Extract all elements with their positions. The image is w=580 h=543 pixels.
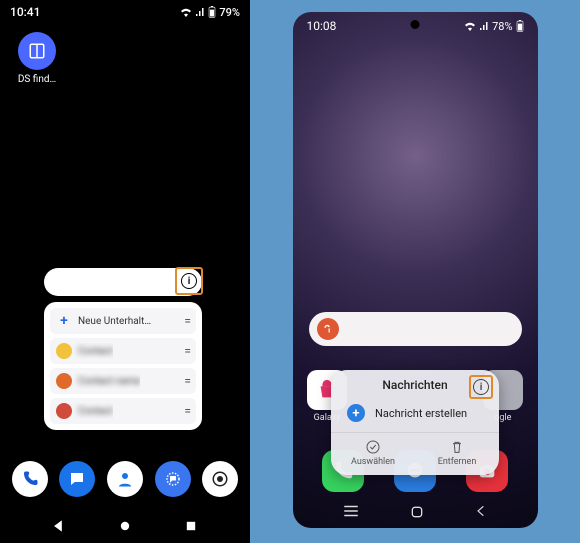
dock-messages[interactable] xyxy=(59,461,95,497)
avatar xyxy=(56,403,72,419)
clock: 10:08 xyxy=(307,19,337,33)
status-bar: 10:41 79% xyxy=(0,0,250,20)
widget-row-label: Neue Unterhalt… xyxy=(78,316,151,327)
widget-row-label: Contact xyxy=(78,406,113,417)
widget-row-conversation[interactable]: Contact = xyxy=(50,338,196,364)
status-icons: 79% xyxy=(180,6,240,19)
avatar xyxy=(56,373,72,389)
phone-right: 10:08 78% Galaxy xyxy=(293,12,538,528)
clock: 10:41 xyxy=(10,5,40,19)
popup-info-highlight[interactable]: i xyxy=(469,375,493,399)
widget-row-label: Contact name xyxy=(78,376,140,387)
camera-icon xyxy=(211,470,229,488)
popup-compose-row[interactable]: + Nachricht erstellen xyxy=(331,398,499,432)
signal-icon xyxy=(479,21,489,31)
dock-phone[interactable] xyxy=(12,461,48,497)
dock-camera[interactable] xyxy=(202,461,238,497)
drag-handle-icon[interactable]: = xyxy=(184,404,190,418)
check-circle-icon xyxy=(365,439,381,455)
messages-widget-preview: i + Neue Unterhalt… = Contact = xyxy=(44,268,202,430)
dock-signal-app[interactable] xyxy=(155,461,191,497)
phone-left: 10:41 79% DS find… i + Neue Unterhalt… xyxy=(0,0,250,543)
widget-body: + Neue Unterhalt… = Contact = Contact na… xyxy=(44,302,202,430)
search-bar[interactable] xyxy=(309,312,522,346)
battery-icon xyxy=(208,6,216,18)
contacts-icon xyxy=(116,470,134,488)
dock-contacts[interactable] xyxy=(107,461,143,497)
battery-text: 79% xyxy=(219,6,240,19)
drag-handle-icon[interactable]: = xyxy=(184,314,190,328)
nav-recent-button[interactable] xyxy=(342,504,360,520)
wifi-icon xyxy=(464,21,476,31)
action-label: Entfernen xyxy=(438,457,477,467)
status-icons: 78% xyxy=(464,20,523,33)
popup-header: Nachrichten i xyxy=(331,370,499,398)
popup-bottom-actions: Auswählen Entfernen xyxy=(331,432,499,475)
drag-handle-icon[interactable]: = xyxy=(184,374,190,388)
popup-compose-label: Nachricht erstellen xyxy=(375,407,467,420)
phone-icon xyxy=(21,470,39,488)
system-nav-bar xyxy=(0,519,250,533)
plus-icon: + xyxy=(56,313,72,329)
signal-app-icon xyxy=(164,470,182,488)
widget-info-highlight[interactable]: i xyxy=(175,267,203,295)
widget-header-bar[interactable]: i xyxy=(44,268,202,296)
popup-title: Nachrichten xyxy=(382,378,447,392)
signal-icon xyxy=(195,7,205,17)
ds-find-icon xyxy=(18,32,56,70)
nav-back-button[interactable] xyxy=(474,504,488,520)
messages-icon xyxy=(68,470,86,488)
widget-row-label: Contact xyxy=(78,346,113,357)
right-background: 10:08 78% Galaxy xyxy=(250,0,580,543)
battery-text: 78% xyxy=(492,20,512,33)
avatar xyxy=(56,343,72,359)
nav-back-button[interactable] xyxy=(52,519,66,533)
action-label: Auswählen xyxy=(351,457,395,467)
wifi-icon xyxy=(180,7,192,17)
duckduckgo-icon xyxy=(317,318,339,340)
trash-icon xyxy=(449,439,465,455)
app-shortcut-ds-find[interactable]: DS find… xyxy=(10,32,64,85)
messages-context-popup: Nachrichten i + Nachricht erstellen Ausw… xyxy=(331,370,499,475)
battery-icon xyxy=(516,20,524,32)
popup-action-select[interactable]: Auswählen xyxy=(331,433,415,475)
app-label: DS find… xyxy=(10,74,64,85)
widget-row-conversation[interactable]: Contact name = xyxy=(50,368,196,394)
nav-home-button[interactable] xyxy=(409,504,425,520)
search-input[interactable] xyxy=(347,322,514,336)
popup-action-remove[interactable]: Entfernen xyxy=(415,433,499,475)
nav-home-button[interactable] xyxy=(118,519,132,533)
info-icon: i xyxy=(181,273,197,289)
info-icon: i xyxy=(473,379,489,395)
widget-row-new[interactable]: + Neue Unterhalt… = xyxy=(50,308,196,334)
nav-recent-button[interactable] xyxy=(184,519,198,533)
dock xyxy=(0,461,250,497)
drag-handle-icon[interactable]: = xyxy=(184,344,190,358)
plus-icon: + xyxy=(347,404,365,422)
widget-row-conversation[interactable]: Contact = xyxy=(50,398,196,424)
system-nav-bar xyxy=(293,504,538,520)
camera-hole xyxy=(411,20,420,29)
